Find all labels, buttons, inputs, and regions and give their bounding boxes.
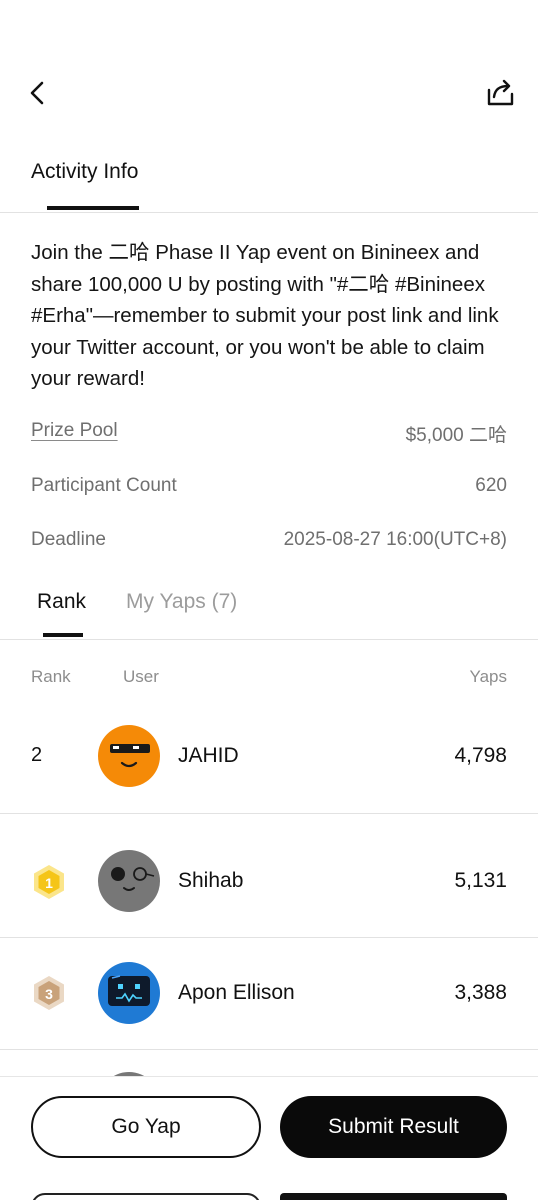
- column-header-rank: Rank: [31, 667, 71, 686]
- top-bar: [0, 0, 538, 140]
- submit-result-button[interactable]: Submit Result: [280, 1096, 507, 1158]
- table-row[interactable]: 3 Apon Ellison 3,388: [0, 938, 538, 1062]
- yaps-count: 3,388: [454, 981, 507, 1004]
- back-button[interactable]: [22, 76, 56, 110]
- rank-number: 2: [31, 744, 43, 766]
- user-name: Shihab: [178, 869, 244, 892]
- participant-count-value: 620: [475, 475, 507, 496]
- medal-rank-number: 3: [45, 986, 53, 1002]
- share-icon: [487, 79, 514, 106]
- deadline-value: 2025-08-27 16:00(UTC+8): [283, 529, 507, 550]
- participant-count-row: Participant Count 620: [31, 475, 507, 503]
- bronze-medal-icon: 3: [31, 974, 67, 1012]
- deadline-label: Deadline: [31, 529, 106, 550]
- active-tab-indicator: [43, 633, 83, 637]
- bottom-action-bar: Go Yap Submit Result: [0, 1076, 538, 1200]
- tab-activity-info[interactable]: Activity Info: [31, 160, 138, 184]
- prize-pool-value: $5,000 二哈: [405, 425, 507, 446]
- prize-pool-row: Prize Pool $5,000 二哈: [31, 420, 507, 448]
- tab-my-yaps[interactable]: My Yaps (7): [126, 590, 237, 614]
- participant-count-label: Participant Count: [31, 475, 177, 496]
- prize-pool-label[interactable]: Prize Pool: [31, 420, 118, 442]
- divider: [0, 1049, 538, 1050]
- activity-description: Join the 二哈 Phase II Yap event on Binine…: [31, 241, 499, 390]
- table-row[interactable]: 2 JAHID 4,798: [0, 695, 538, 819]
- user-name: JAHID: [178, 744, 239, 767]
- active-tab-indicator: [47, 206, 139, 210]
- avatar: [98, 850, 160, 912]
- yaps-count: 5,131: [454, 869, 507, 892]
- avatar: [98, 725, 160, 787]
- yaps-count: 4,798: [454, 744, 507, 767]
- sunglasses-face-icon: [110, 744, 150, 768]
- column-header-user: User: [123, 667, 159, 686]
- divider: [0, 639, 538, 640]
- user-name: Apon Ellison: [178, 981, 295, 1004]
- tab-rank[interactable]: Rank: [37, 590, 86, 614]
- robot-face-icon: [108, 975, 150, 1006]
- avatar: [98, 962, 160, 1024]
- table-row[interactable]: 1 Shihab 5,131: [0, 819, 538, 943]
- medal-rank-number: 1: [45, 875, 53, 891]
- gold-medal-icon: 1: [31, 863, 67, 901]
- divider: [0, 212, 538, 213]
- monocle-face-icon: [111, 867, 155, 891]
- share-button[interactable]: [480, 76, 516, 110]
- column-header-yaps: Yaps: [469, 667, 508, 686]
- divider: [0, 813, 538, 814]
- chevron-left-icon: [30, 81, 44, 105]
- go-yap-button[interactable]: Go Yap: [31, 1096, 261, 1158]
- overscroll-ghost: [0, 1173, 538, 1200]
- deadline-row: Deadline 2025-08-27 16:00(UTC+8): [31, 529, 507, 557]
